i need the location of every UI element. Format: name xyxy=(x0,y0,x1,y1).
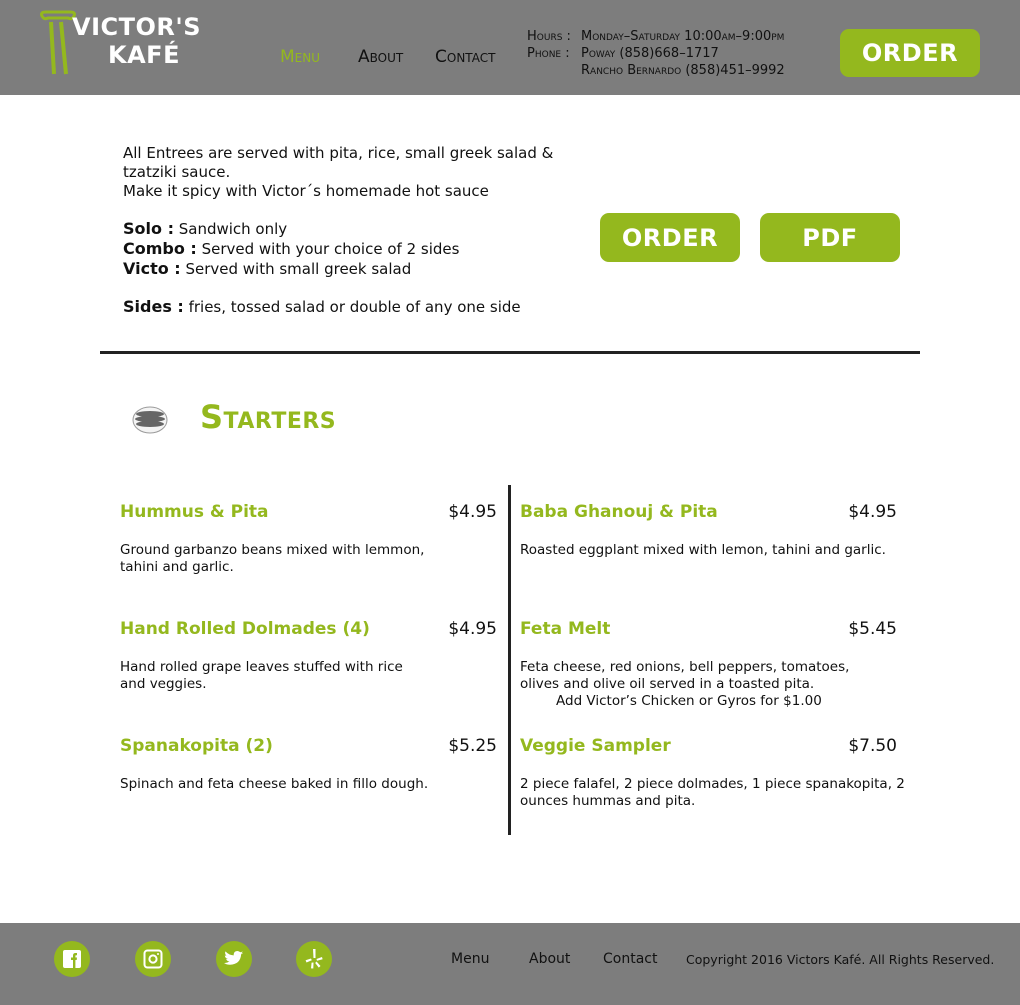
solo-label: Solo : xyxy=(123,219,174,238)
option-victo: Victo : Served with small greek salad xyxy=(123,259,593,279)
header-order-button[interactable]: ORDER xyxy=(840,29,980,77)
column-divider xyxy=(508,485,511,835)
victo-label: Victo : xyxy=(123,259,181,278)
nav-about[interactable]: About xyxy=(358,47,403,67)
menu-intro: All Entrees are served with pita, rice, … xyxy=(123,144,593,317)
logo-line-2: KAFÉ xyxy=(108,41,180,69)
option-combo: Combo : Served with your choice of 2 sid… xyxy=(123,239,593,259)
item-name: Veggie Sampler xyxy=(520,736,671,756)
phone-rancho[interactable]: Rancho Bernardo (858)451–9992 xyxy=(581,62,785,79)
hours-label: Hours : xyxy=(527,29,571,44)
combo-label: Combo : xyxy=(123,239,197,258)
item-price: $5.45 xyxy=(848,619,897,639)
plate-icon xyxy=(132,406,168,434)
phone-poway[interactable]: Poway (858)668–1717 xyxy=(581,45,719,62)
item-price: $5.25 xyxy=(448,736,497,756)
item-description: Feta cheese, red onions, bell peppers, t… xyxy=(520,659,850,692)
twitter-link[interactable] xyxy=(216,941,252,977)
item-description: 2 piece falafel, 2 piece dolmades, 1 pie… xyxy=(520,776,905,809)
item-description: Spinach and feta cheese baked in fillo d… xyxy=(120,776,429,792)
solo-text: Sandwich only xyxy=(173,220,288,238)
item-price: $7.50 xyxy=(848,736,897,756)
item-description: Roasted eggplant mixed with lemon, tahin… xyxy=(520,542,886,558)
item-name: Spanakopita (2) xyxy=(120,736,273,756)
yelp-icon xyxy=(305,949,323,969)
option-sides: Sides : fries, tossed salad or double of… xyxy=(123,297,593,317)
footer-nav-menu[interactable]: Menu xyxy=(451,951,489,967)
footer-nav-contact[interactable]: Contact xyxy=(603,951,657,967)
nav-menu[interactable]: Menu xyxy=(280,47,320,67)
yelp-link[interactable] xyxy=(296,941,332,977)
victo-text: Served with small greek salad xyxy=(180,260,412,278)
logo-line-1: VICTOR'S xyxy=(72,13,202,41)
sides-label: Sides : xyxy=(123,297,184,316)
section-title: Starters xyxy=(200,398,337,436)
item-price: $4.95 xyxy=(448,619,497,639)
footer-nav-about[interactable]: About xyxy=(529,951,570,967)
intro-line-1: All Entrees are served with pita, rice, … xyxy=(123,144,554,181)
phone-label: Phone : xyxy=(527,46,570,61)
facebook-link[interactable] xyxy=(54,941,90,977)
section-divider xyxy=(100,351,920,354)
pdf-button[interactable]: PDF xyxy=(760,213,900,262)
instagram-link[interactable] xyxy=(135,941,171,977)
option-solo: Solo : Sandwich only xyxy=(123,219,593,239)
order-button[interactable]: ORDER xyxy=(600,213,740,262)
sides-text: fries, tossed salad or double of any one… xyxy=(183,298,521,316)
item-description: Hand rolled grape leaves stuffed with ri… xyxy=(120,659,403,692)
item-price: $4.95 xyxy=(448,502,497,522)
hours-value: Monday–Saturday 10:00am–9:00pm xyxy=(581,29,785,44)
intro-line-2: Make it spicy with Victor´s homemade hot… xyxy=(123,182,489,200)
item-name: Hand Rolled Dolmades (4) xyxy=(120,619,370,639)
item-description: Ground garbanzo beans mixed with lemmon,… xyxy=(120,542,425,575)
item-price: $4.95 xyxy=(848,502,897,522)
site-header: VICTOR'S KAFÉ Menu About Contact Hours :… xyxy=(0,0,1020,95)
instagram-icon xyxy=(143,949,163,969)
twitter-icon xyxy=(224,951,244,965)
item-addon: Add Victor’s Chicken or Gyros for $1.00 xyxy=(556,693,822,709)
copyright-text: Copyright 2016 Victors Kafé. All Rights … xyxy=(686,952,995,967)
nav-contact[interactable]: Contact xyxy=(435,47,495,67)
facebook-icon xyxy=(63,950,81,968)
combo-text: Served with your choice of 2 sides xyxy=(196,240,460,258)
logo[interactable]: VICTOR'S KAFÉ xyxy=(38,10,201,80)
item-name: Baba Ghanouj & Pita xyxy=(520,502,718,522)
item-name: Hummus & Pita xyxy=(120,502,269,522)
item-name: Feta Melt xyxy=(520,619,611,639)
